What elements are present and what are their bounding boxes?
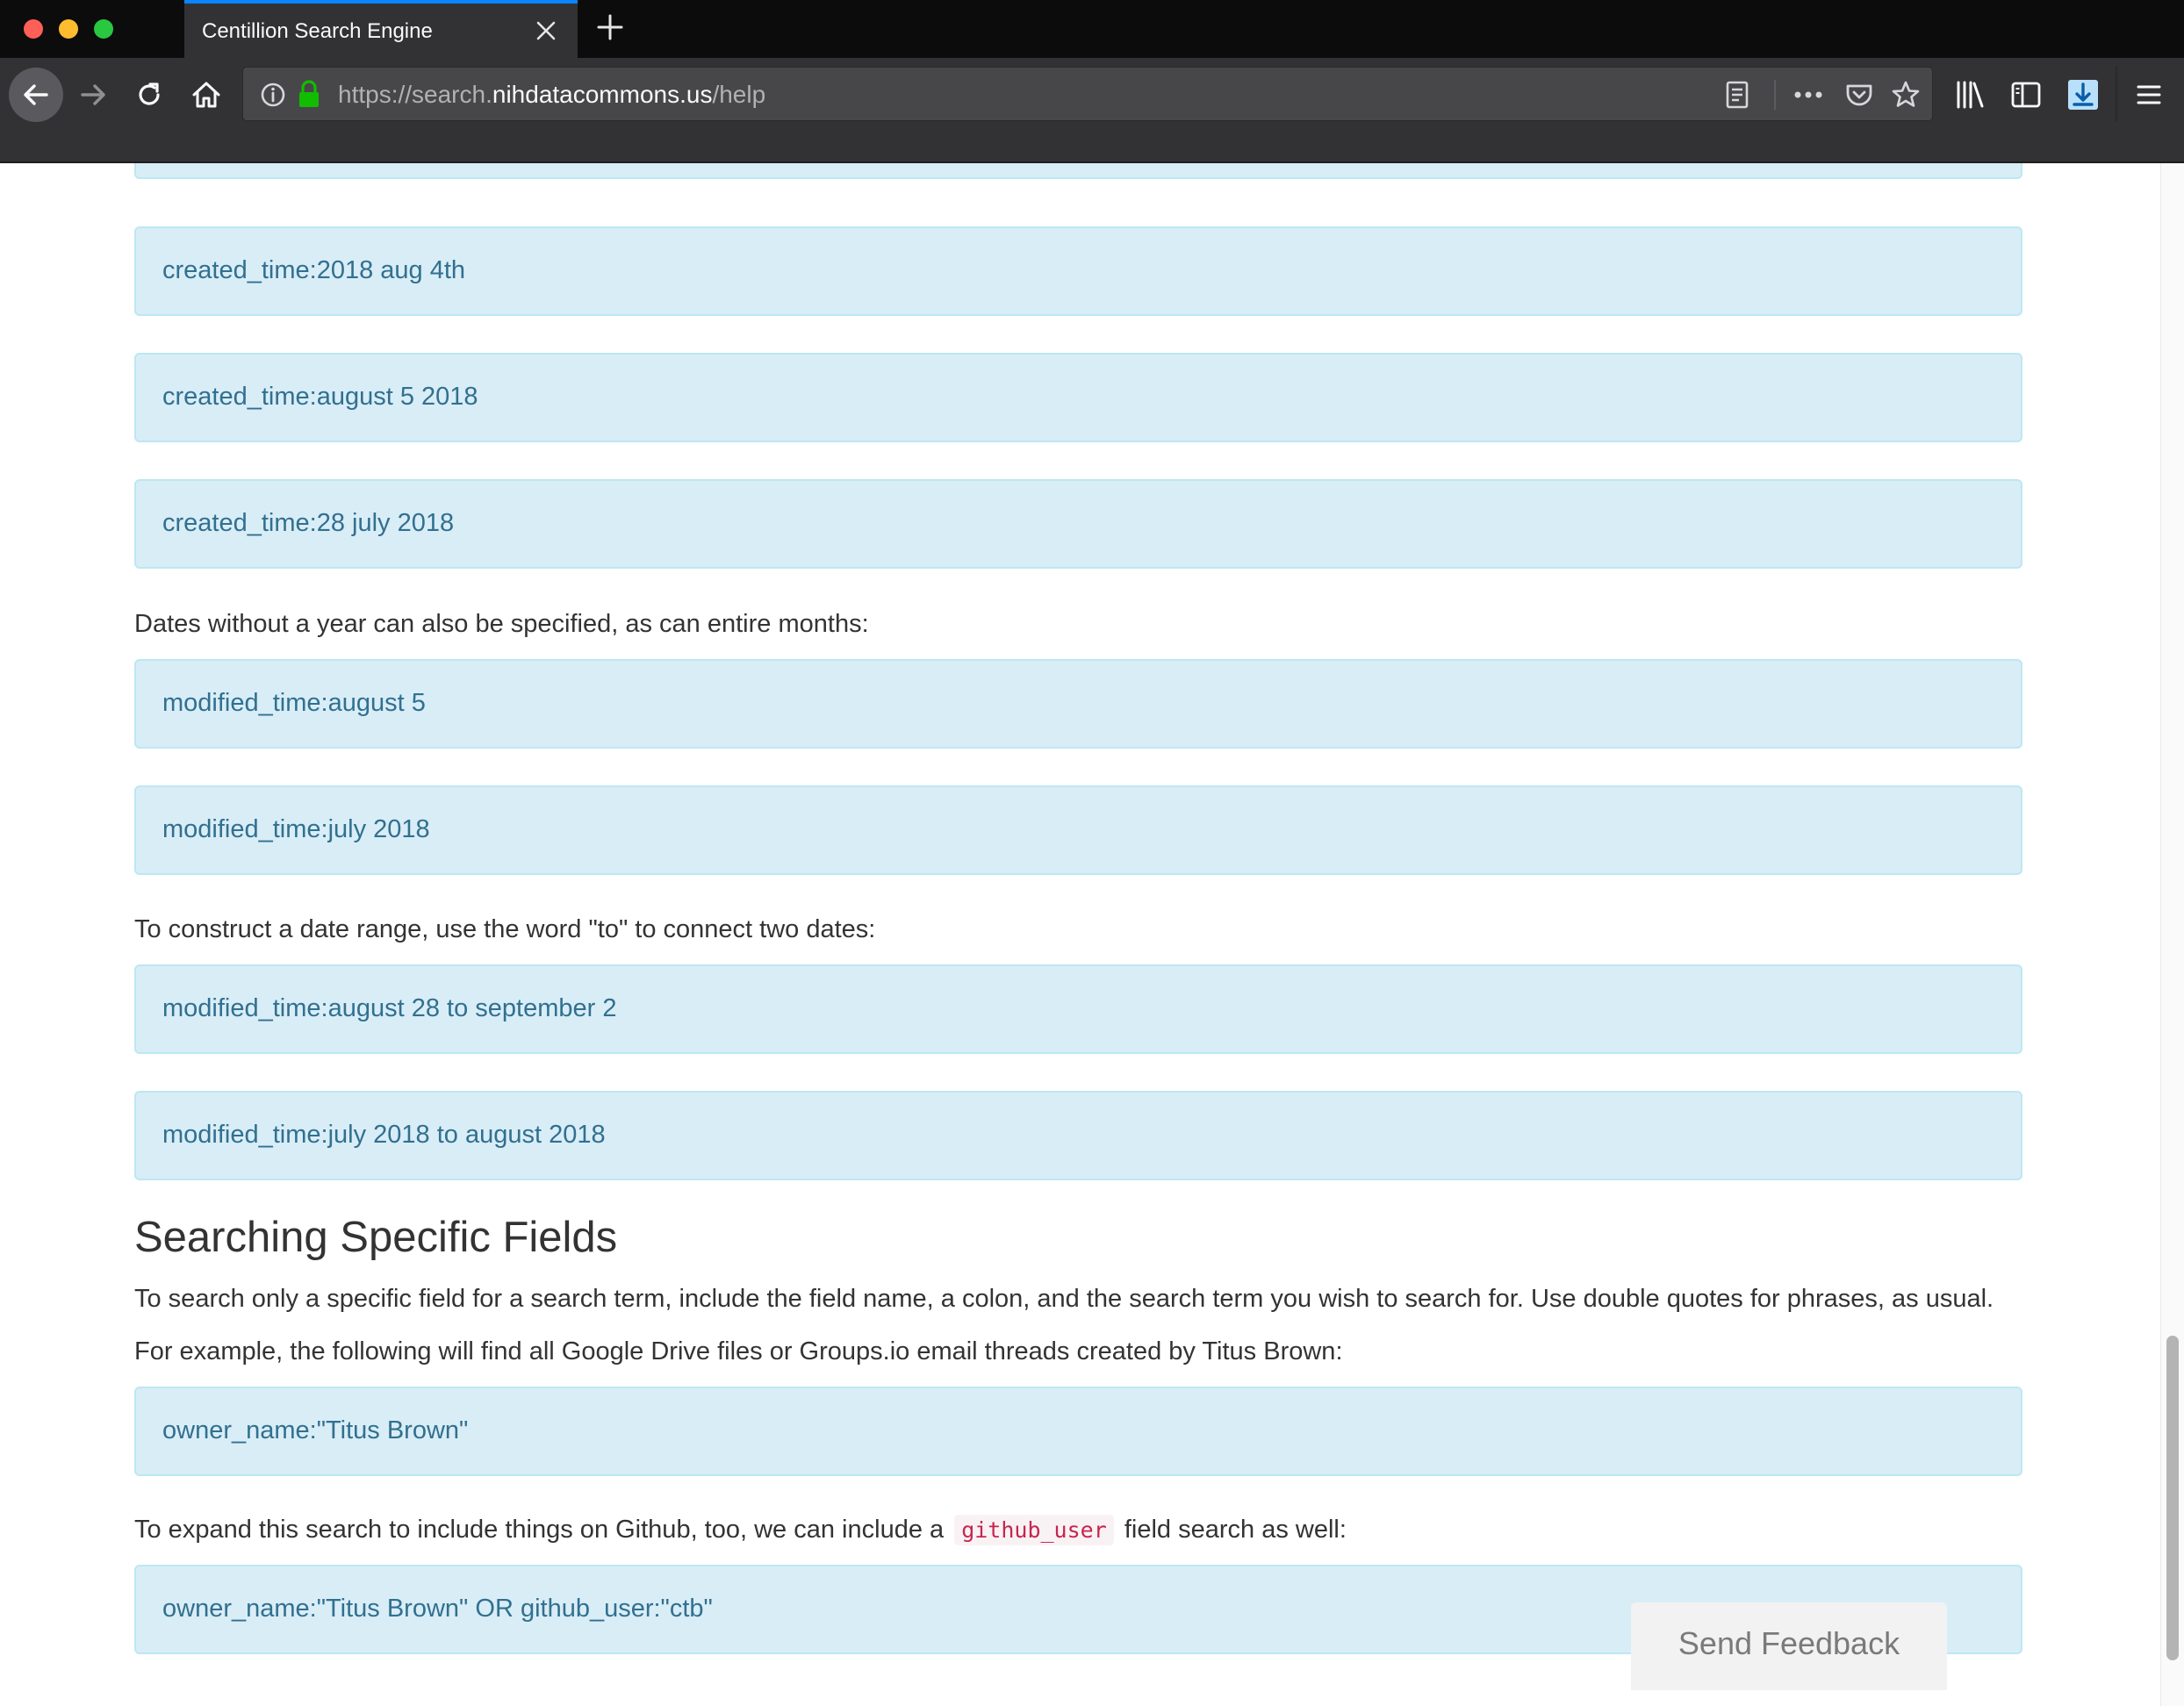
fields-paragraph-2: For example, the following will find all… [134,1337,1343,1366]
library-icon[interactable] [1954,79,1987,111]
secure-lock-icon[interactable] [296,79,322,109]
home-icon[interactable] [190,78,223,111]
close-tab-icon[interactable] [534,18,558,43]
section-heading: Searching Specific Fields [134,1214,618,1261]
minimize-window-button[interactable] [59,19,78,39]
code-example: modified_time:august 5 [162,689,426,717]
code-well: owner_name:"Titus Brown" [134,1387,2022,1476]
code-example: created_time:2018 aug 4th [162,256,466,284]
inline-code-github-user: github_user [954,1515,1114,1545]
code-well-partial [134,163,2022,179]
code-well: modified_time:july 2018 to august 2018 [134,1091,2022,1180]
expand-paragraph: To expand this search to include things … [134,1515,1347,1545]
code-well: modified_time:july 2018 [134,785,2022,875]
code-example: modified_time:august 28 to september 2 [162,994,617,1022]
tab-bar: Centillion Search Engine [0,0,2184,58]
code-example: owner_name:"Titus Brown" [162,1416,469,1444]
code-well: created_time:28 july 2018 [134,479,2022,569]
tab-active[interactable]: Centillion Search Engine [184,0,578,58]
sidebar-toggle-icon[interactable] [2010,79,2042,111]
site-info-icon[interactable] [259,81,287,109]
scrollbar-thumb[interactable] [2166,1336,2179,1660]
forward-arrow-icon[interactable] [77,79,109,111]
hamburger-menu-icon[interactable] [2135,81,2163,109]
reader-view-icon[interactable] [1723,80,1751,110]
reload-icon[interactable] [133,79,165,111]
tab-title: Centillion Search Engine [202,19,433,43]
code-well: created_time:august 5 2018 [134,353,2022,442]
code-example: owner_name:"Titus Brown" OR github_user:… [162,1595,713,1623]
maximize-window-button[interactable] [94,19,113,39]
code-well: created_time:2018 aug 4th [134,226,2022,316]
navigation-toolbar: https://search.nihdatacommons.us/help [0,58,2184,163]
code-well: modified_time:august 28 to september 2 [134,964,2022,1054]
back-button[interactable] [9,68,63,122]
close-window-button[interactable] [24,19,43,39]
page-content: created_time:2018 aug 4th created_time:a… [0,163,2161,1706]
code-example: created_time:28 july 2018 [162,509,455,537]
toolbar-divider [2116,67,2117,121]
code-example: modified_time:july 2018 [162,815,430,843]
dates-note-text: Dates without a year can also be specifi… [134,610,869,638]
url-bar-divider [1774,80,1776,110]
send-feedback-label: Send Feedback [1678,1625,1900,1661]
new-tab-icon[interactable] [595,12,625,42]
page-actions-menu-icon[interactable] [1792,81,1825,109]
back-arrow-icon [24,84,48,105]
pocket-icon[interactable] [1844,80,1874,110]
fields-paragraph-1: To search only a specific field for a se… [134,1285,1994,1313]
downloads-icon[interactable] [2066,78,2100,111]
url-text[interactable]: https://search.nihdatacommons.us/help [338,81,765,109]
code-example: created_time:august 5 2018 [162,383,478,411]
url-bar[interactable]: https://search.nihdatacommons.us/help [242,67,1933,121]
range-note-text: To construct a date range, use the word … [134,915,876,943]
bookmark-star-icon[interactable] [1890,79,1922,111]
send-feedback-button[interactable]: Send Feedback [1631,1602,1947,1690]
code-well: modified_time:august 5 [134,659,2022,749]
code-example: modified_time:july 2018 to august 2018 [162,1121,606,1149]
